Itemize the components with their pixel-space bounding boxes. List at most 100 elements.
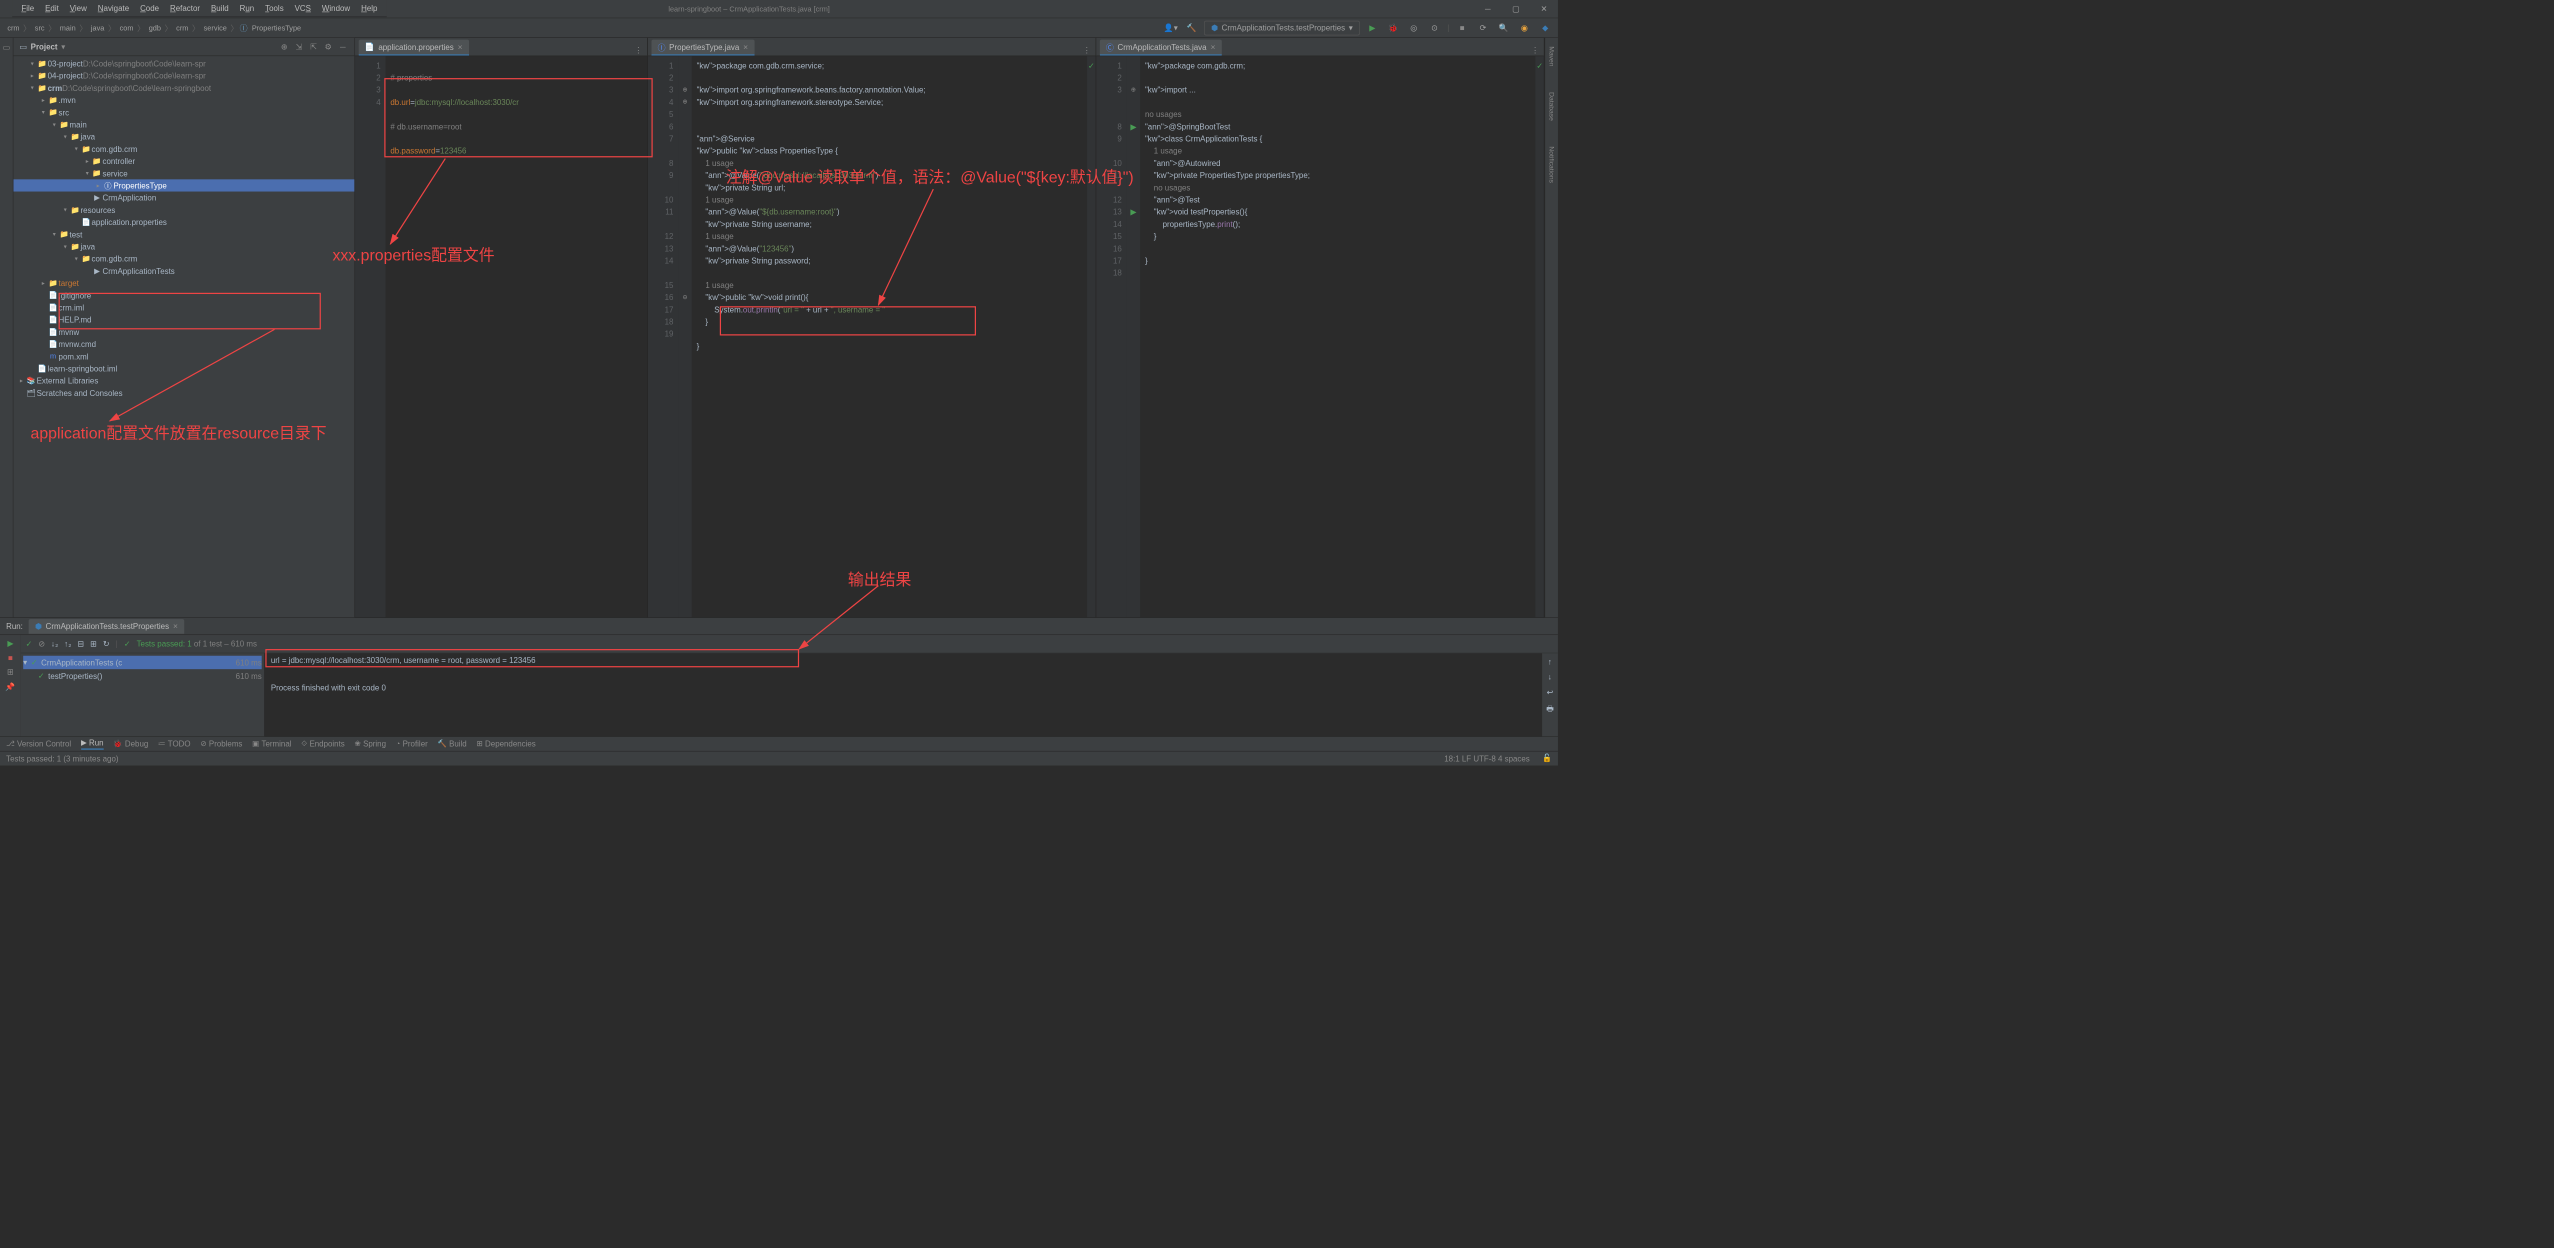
- run-tab[interactable]: ⬢ CrmApplicationTests.testProperties ✕: [29, 619, 184, 634]
- build-button[interactable]: 🔨: [1184, 20, 1200, 36]
- close-button[interactable]: ✕: [1530, 0, 1558, 18]
- tab-todo[interactable]: ≔ TODO: [158, 739, 191, 748]
- debug-button[interactable]: 🐞: [1385, 20, 1401, 36]
- tree-row[interactable]: ▾📁crm D:\Code\springboot\Code\learn-spri…: [13, 82, 354, 94]
- minimize-button[interactable]: ─: [1474, 0, 1502, 18]
- crumb[interactable]: crm: [174, 22, 191, 33]
- tree-row[interactable]: ▶CrmApplication: [13, 192, 354, 204]
- menu-edit[interactable]: Edit: [41, 2, 63, 15]
- editor-propertiestype[interactable]: 12345678910111213141516171819 ⊕⊕⊖ "kw">p…: [648, 56, 1096, 617]
- menu-view[interactable]: View: [65, 2, 91, 15]
- menu-file[interactable]: File: [17, 2, 38, 15]
- scroll-bottom-icon[interactable]: ↓: [1548, 672, 1552, 681]
- tab-problems[interactable]: ⊘ Problems: [200, 739, 242, 748]
- tab-dependencies[interactable]: ⊞ Dependencies: [476, 739, 535, 748]
- collapse-all-icon[interactable]: ⊞: [90, 639, 97, 649]
- maven-tool-button[interactable]: Maven: [1548, 43, 1555, 70]
- jetbrains-icon[interactable]: ◆: [1537, 20, 1553, 36]
- expand-icon[interactable]: ⇲: [293, 42, 304, 52]
- project-tool-icon[interactable]: ▭: [3, 43, 11, 53]
- menu-build[interactable]: Build: [207, 2, 233, 15]
- hide-icon[interactable]: ─: [337, 42, 348, 51]
- tab-version-control[interactable]: ⎇ Version Control: [6, 739, 71, 748]
- layout-button[interactable]: ⊞: [7, 667, 14, 677]
- tree-row[interactable]: ▸📁controller: [13, 155, 354, 167]
- tree-row[interactable]: ▾📁resources: [13, 204, 354, 216]
- test-child-row[interactable]: ✓ testProperties() 610 ms: [23, 669, 262, 682]
- test-pass-icon[interactable]: ✓: [26, 639, 33, 649]
- tab-spring[interactable]: ❀ Spring: [355, 739, 387, 748]
- coverage-button[interactable]: ◎: [1406, 20, 1422, 36]
- test-root-row[interactable]: ▾✓ CrmApplicationTests (c 610 ms: [23, 656, 262, 669]
- locate-icon[interactable]: ⊕: [279, 42, 290, 52]
- close-icon[interactable]: ✕: [173, 622, 179, 630]
- tree-row[interactable]: ▸📚External Libraries: [13, 375, 354, 387]
- profile-button[interactable]: ⊙: [1427, 20, 1443, 36]
- console-output[interactable]: url = jdbc:mysql://localhost:3030/crm, u…: [265, 653, 1542, 736]
- tab-build[interactable]: 🔨 Build: [438, 739, 467, 748]
- collapse-icon[interactable]: ⇱: [308, 42, 319, 52]
- soft-wrap-icon[interactable]: ↩: [1547, 687, 1554, 697]
- menu-run[interactable]: Run: [235, 2, 258, 15]
- menu-refactor[interactable]: Refactor: [166, 2, 205, 15]
- crumb[interactable]: src: [32, 22, 47, 33]
- tree-row[interactable]: ▾📁java: [13, 131, 354, 143]
- tree-row[interactable]: 📄mvnw: [13, 326, 354, 338]
- tree-row[interactable]: ▾📁java: [13, 240, 354, 252]
- scroll-top-icon[interactable]: ↑: [1548, 657, 1552, 666]
- tree-row[interactable]: 📄crm.iml: [13, 301, 354, 313]
- tab-terminal[interactable]: ▣ Terminal: [252, 739, 291, 748]
- tree-row[interactable]: ▾📁service: [13, 167, 354, 179]
- crumb[interactable]: crm: [5, 22, 22, 33]
- project-tree[interactable]: ▾📁03-project D:\Code\springboot\Code\lea…: [13, 56, 354, 617]
- tree-row[interactable]: ▸📁.mvn: [13, 94, 354, 106]
- tree-row[interactable]: ▸ⒾPropertiesType: [13, 179, 354, 191]
- stop-button[interactable]: ■: [1454, 20, 1470, 36]
- menu-tools[interactable]: Tools: [261, 2, 288, 15]
- tree-row[interactable]: ▾📁main: [13, 118, 354, 130]
- menu-code[interactable]: Code: [136, 2, 164, 15]
- stop-button[interactable]: ■: [8, 653, 13, 662]
- history-icon[interactable]: ↻: [103, 639, 110, 649]
- tab-options-icon[interactable]: ⋮: [1526, 46, 1544, 56]
- run-button[interactable]: ▶: [1364, 20, 1380, 36]
- tab-propertiestype[interactable]: Ⓘ PropertiesType.java ✕: [651, 40, 754, 56]
- test-tree[interactable]: ▾✓ CrmApplicationTests (c 610 ms ✓ testP…: [21, 653, 265, 736]
- editor-tests[interactable]: 12389101112131415161718 ⊕▶▶ "kw">package…: [1096, 56, 1544, 617]
- settings-icon[interactable]: ⚙: [323, 42, 334, 52]
- menu-vcs[interactable]: VCS: [290, 2, 315, 15]
- tab-crmapplicationtests[interactable]: Ⓒ CrmApplicationTests.java ✕: [1100, 40, 1222, 56]
- tab-run[interactable]: ▶ Run: [81, 738, 104, 750]
- menu-window[interactable]: Window: [318, 2, 355, 15]
- tab-endpoints[interactable]: ⟐ Endpoints: [301, 739, 344, 748]
- tab-options-icon[interactable]: ⋮: [630, 46, 648, 56]
- tree-row[interactable]: ▾📁com.gdb.crm: [13, 253, 354, 265]
- tree-row[interactable]: ▾📁test: [13, 228, 354, 240]
- crumb[interactable]: service: [201, 22, 229, 33]
- editor-properties[interactable]: 1234 # properties db.url=jdbc:mysql://lo…: [355, 56, 647, 617]
- menu-help[interactable]: Help: [357, 2, 382, 15]
- menu-navigate[interactable]: Navigate: [94, 2, 134, 15]
- close-icon[interactable]: ✕: [743, 43, 749, 51]
- tree-row[interactable]: mpom.xml: [13, 350, 354, 362]
- close-icon[interactable]: ✕: [457, 43, 463, 51]
- close-icon[interactable]: ✕: [1210, 43, 1216, 51]
- tree-row[interactable]: 📄learn-springboot.iml: [13, 362, 354, 374]
- expand-all-icon[interactable]: ⊟: [77, 639, 84, 649]
- test-fail-icon[interactable]: ⊘: [38, 639, 45, 649]
- crumb[interactable]: com: [117, 22, 136, 33]
- tree-row[interactable]: 🗂Scratches and Consoles: [13, 387, 354, 399]
- tree-row[interactable]: ▶CrmApplicationTests: [13, 265, 354, 277]
- tree-row[interactable]: 📄HELP.md: [13, 314, 354, 326]
- sort-icon[interactable]: ↓₂: [51, 639, 58, 648]
- crumb[interactable]: main: [57, 22, 78, 33]
- vcs-update-button[interactable]: ⟳: [1475, 20, 1491, 36]
- tree-row[interactable]: ▾📁03-project D:\Code\springboot\Code\lea…: [13, 57, 354, 69]
- lock-icon[interactable]: 🔓: [1542, 754, 1552, 764]
- notifications-tool-button[interactable]: Notifications: [1548, 143, 1555, 187]
- database-tool-button[interactable]: Database: [1548, 88, 1555, 124]
- rerun-button[interactable]: ▶: [7, 639, 13, 649]
- run-config-selector[interactable]: ⬢CrmApplicationTests.testProperties▾: [1204, 20, 1359, 35]
- filter-icon[interactable]: ↑₂: [64, 639, 71, 648]
- crumb[interactable]: gdb: [146, 22, 163, 33]
